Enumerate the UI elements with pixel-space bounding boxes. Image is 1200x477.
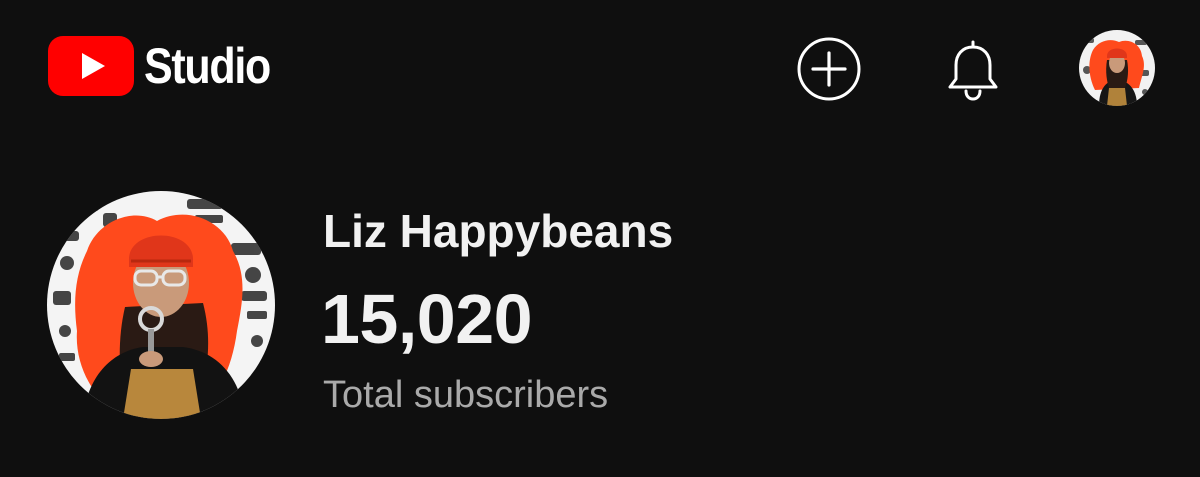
subscriber-count: 15,020	[321, 280, 533, 358]
notifications-button[interactable]	[938, 34, 1008, 104]
subscriber-label: Total subscribers	[323, 374, 609, 416]
youtube-logo-icon	[48, 36, 134, 96]
channel-summary: Liz Happybeans 15,020 Total subscribers	[0, 170, 1200, 450]
brand-label: Studio	[144, 38, 271, 94]
account-avatar-image	[1079, 30, 1155, 106]
channel-name: Liz Happybeans	[323, 205, 674, 257]
create-button[interactable]	[796, 36, 862, 102]
top-app-bar: Studio	[0, 0, 1200, 140]
channel-avatar-image	[47, 191, 275, 419]
create-plus-icon	[797, 37, 861, 101]
bell-icon	[948, 40, 998, 101]
account-avatar[interactable]	[1079, 30, 1155, 106]
channel-avatar[interactable]	[47, 191, 275, 419]
youtube-studio-logo[interactable]: Studio	[48, 34, 291, 98]
